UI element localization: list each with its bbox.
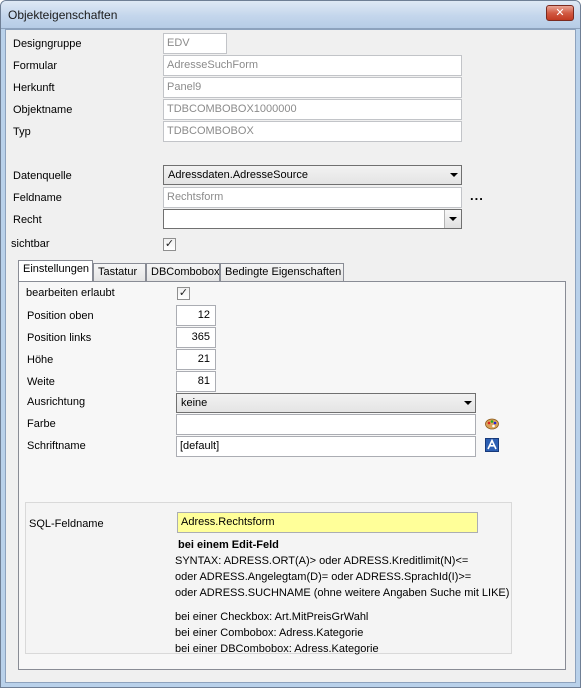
ausrichtung-select[interactable]: keine xyxy=(176,393,476,413)
sql-feldname-label: SQL-Feldname xyxy=(29,518,104,530)
position-oben-label: Position oben xyxy=(27,310,94,322)
herkunft-field[interactable]: Panel9 xyxy=(163,77,462,98)
schriftname-field[interactable]: [default] xyxy=(176,436,476,457)
objektname-label: Objektname xyxy=(13,104,73,116)
weite-field[interactable]: 81 xyxy=(176,371,216,392)
objektname-field[interactable]: TDBCOMBOBOX1000000 xyxy=(163,99,462,120)
hoehe-field[interactable]: 21 xyxy=(176,349,216,370)
position-oben-field[interactable]: 12 xyxy=(176,305,216,326)
recht-dropdown-button[interactable] xyxy=(444,210,461,228)
tab-einstellungen[interactable]: Einstellungen xyxy=(18,260,93,281)
sql-help-line: oder ADRESS.Angelegtam(D)= oder ADRESS.S… xyxy=(175,571,472,583)
sichtbar-label: sichtbar xyxy=(11,238,50,250)
feldname-label: Feldname xyxy=(13,192,62,204)
chevron-down-icon xyxy=(464,401,472,405)
sql-help-line: bei einer DBCombobox: Adress.Kategorie xyxy=(175,643,379,655)
properties-window: Objekteigenschaften ✕ Designgruppe EDV F… xyxy=(0,0,581,688)
datenquelle-label: Datenquelle xyxy=(13,170,72,182)
dialog-client: Designgruppe EDV Formular AdresseSuchFor… xyxy=(5,29,576,683)
datenquelle-value: Adressdaten.AdresseSource xyxy=(168,169,309,181)
tab-tastatur[interactable]: Tastatur xyxy=(93,263,146,281)
formular-field[interactable]: AdresseSuchForm xyxy=(163,55,462,76)
sql-help-line: bei einer Combobox: Adress.Kategorie xyxy=(175,627,364,639)
hoehe-label: Höhe xyxy=(27,354,54,366)
weite-label: Weite xyxy=(27,376,55,388)
tab-panel-einstellungen: bearbeiten erlaubt ✓ Position oben 12 Po… xyxy=(18,281,566,670)
farbe-label: Farbe xyxy=(27,418,56,430)
sql-section: SQL-Feldname Adress.Rechtsform bei einem… xyxy=(25,502,512,655)
sql-help-line: oder ADRESS.SUCHNAME (ohne weitere Angab… xyxy=(175,587,510,599)
sql-help-heading: bei einem Edit-Feld xyxy=(178,539,279,551)
window-title: Objekteigenschaften xyxy=(8,8,118,22)
palette-icon[interactable] xyxy=(485,417,499,431)
bearbeiten-checkbox[interactable]: ✓ xyxy=(177,287,190,300)
chevron-down-icon xyxy=(450,173,458,177)
recht-label: Recht xyxy=(13,214,42,226)
tab-dbcombobox[interactable]: DBCombobox xyxy=(146,263,220,281)
tab-bedingte-eigenschaften[interactable]: Bedingte Eigenschaften xyxy=(220,263,344,281)
close-button[interactable]: ✕ xyxy=(546,5,574,21)
feldname-more-button[interactable]: ... xyxy=(470,188,484,203)
designgruppe-field[interactable]: EDV xyxy=(163,33,227,54)
recht-select[interactable] xyxy=(163,209,462,229)
typ-label: Typ xyxy=(13,126,31,138)
position-links-label: Position links xyxy=(27,332,92,344)
typ-field[interactable]: TDBCOMBOBOX xyxy=(163,121,462,142)
title-bar[interactable]: Objekteigenschaften ✕ xyxy=(1,1,580,29)
sql-feldname-field[interactable]: Adress.Rechtsform xyxy=(177,512,478,533)
tab-strip: Einstellungen Tastatur DBCombobox Beding… xyxy=(18,260,563,283)
sichtbar-checkbox[interactable]: ✓ xyxy=(163,238,176,251)
font-icon[interactable] xyxy=(485,438,499,452)
schriftname-label: Schriftname xyxy=(27,440,86,452)
formular-label: Formular xyxy=(13,60,58,72)
ausrichtung-value: keine xyxy=(181,397,208,409)
bearbeiten-label: bearbeiten erlaubt xyxy=(26,287,115,299)
sql-help-line: bei einer Checkbox: Art.MitPreisGrWahl xyxy=(175,611,369,623)
herkunft-label: Herkunft xyxy=(13,82,55,94)
chevron-down-icon xyxy=(449,217,457,221)
farbe-field[interactable] xyxy=(176,414,476,435)
feldname-field[interactable]: Rechtsform xyxy=(163,187,462,208)
datenquelle-select[interactable]: Adressdaten.AdresseSource xyxy=(163,165,462,185)
position-links-field[interactable]: 365 xyxy=(176,327,216,348)
sql-help-line: SYNTAX: ADRESS.ORT(A)> oder ADRESS.Kredi… xyxy=(175,555,469,567)
ausrichtung-label: Ausrichtung xyxy=(27,396,86,408)
designgruppe-label: Designgruppe xyxy=(13,38,82,50)
